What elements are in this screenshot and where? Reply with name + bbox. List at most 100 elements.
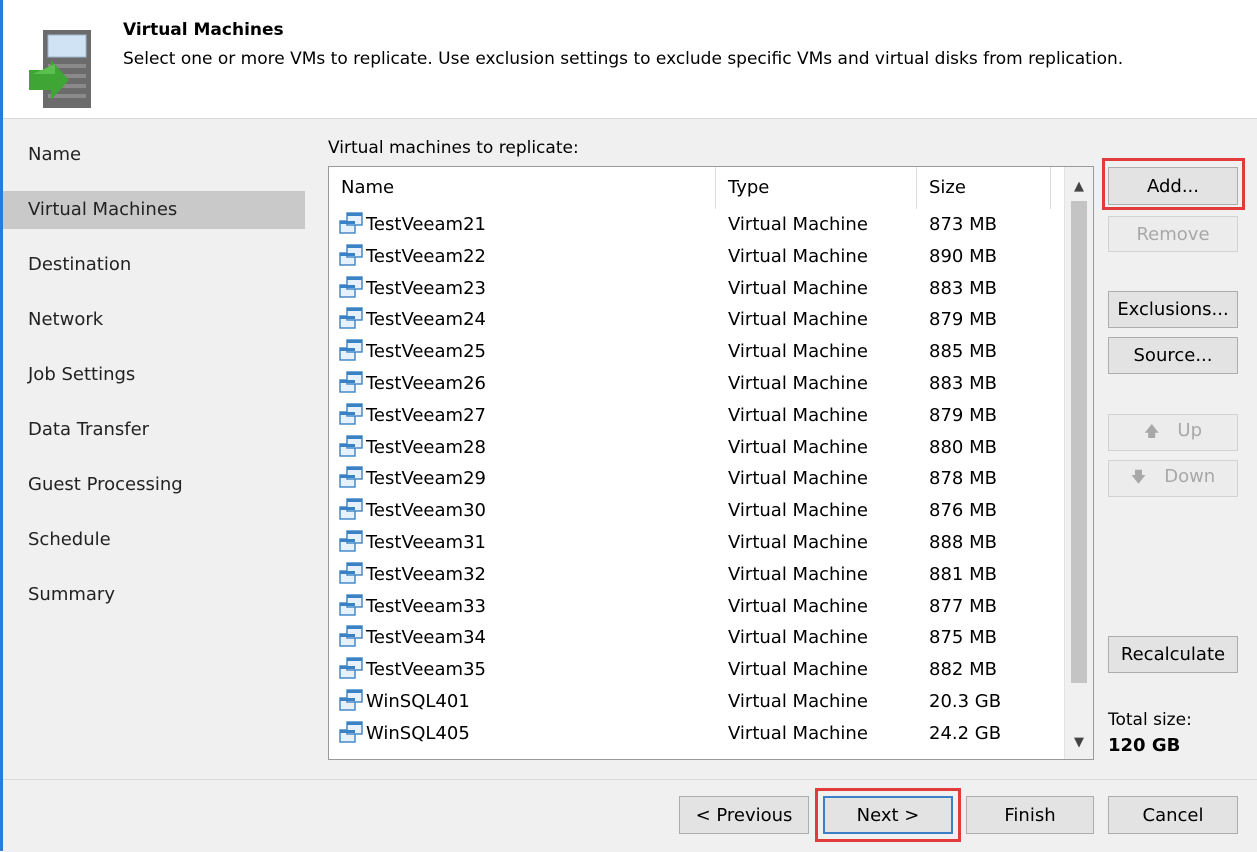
vm-list-scrollbar[interactable]: ▲ ▼ [1064,167,1093,759]
vm-name: TestVeeam22 [366,245,486,267]
column-header-size[interactable]: Size [917,167,1051,209]
wizard-header: Virtual Machines Select one or more VMs … [3,0,1257,119]
vm-row[interactable]: TestVeeam32 Virtual Machine 881 MB [329,559,1066,591]
virtual-machine-icon [339,498,363,520]
vm-type-cell: Virtual Machine [728,595,868,617]
vm-row[interactable]: WinSQL405 Virtual Machine 24.2 GB [329,718,1066,750]
vm-size-cell: 885 MB [929,341,997,363]
vm-row[interactable]: TestVeeam26 Virtual Machine 883 MB [329,368,1066,400]
vm-list[interactable]: Name Type Size TestVeeam21 Virtual Machin… [328,166,1094,760]
vm-name-cell: TestVeeam28 [339,432,486,464]
vm-row[interactable]: TestVeeam28 Virtual Machine 880 MB [329,432,1066,464]
nav-step-virtual-machines[interactable]: Virtual Machines [3,191,305,229]
vm-type-cell: Virtual Machine [728,372,868,394]
vm-row[interactable]: TestVeeam29 Virtual Machine 878 MB [329,463,1066,495]
nav-step-job-settings[interactable]: Job Settings [3,347,305,402]
virtual-machine-icon [339,244,363,266]
vm-list-caption: Virtual machines to replicate: [328,138,579,158]
nav-step-data-transfer[interactable]: Data Transfer [3,402,305,457]
vm-type-cell: Virtual Machine [728,214,868,235]
vm-name: TestVeeam35 [366,659,486,681]
total-size-label: Total size: [1108,710,1192,730]
virtual-machine-icon [339,403,363,425]
vm-name-cell: TestVeeam35 [339,654,486,686]
add-button-highlight [1102,158,1245,210]
vm-row[interactable]: TestVeeam30 Virtual Machine 876 MB [329,495,1066,527]
vm-name-cell: TestVeeam23 [339,273,486,305]
vm-name-cell: TestVeeam26 [339,368,486,400]
virtual-machine-icon [339,721,363,743]
vm-name-cell: TestVeeam31 [339,527,486,559]
vm-type-cell: Virtual Machine [728,722,868,744]
vm-row[interactable]: WinSQL401 Virtual Machine 20.3 GB [329,686,1066,718]
finish-button[interactable]: Finish [966,796,1094,834]
page-description: Select one or more VMs to replicate. Use… [123,49,1124,69]
virtual-machine-icon [339,466,363,489]
nav-step-summary[interactable]: Summary [3,567,305,622]
vm-name: TestVeeam33 [366,595,486,617]
vm-size-cell: 878 MB [929,468,997,490]
vm-type-cell: Virtual Machine [728,468,868,490]
nav-step-name[interactable]: Name [3,127,305,182]
vm-name-cell: TestVeeam25 [339,336,486,368]
nav-step-guest-processing[interactable]: Guest Processing [3,457,305,512]
vm-row[interactable]: TestVeeam35 Virtual Machine 882 MB [329,654,1066,686]
recalculate-button[interactable]: Recalculate [1108,636,1238,673]
arrow-down-icon: 🡇 [1130,467,1147,486]
scroll-thumb[interactable] [1071,201,1087,683]
page-title: Virtual Machines [123,20,284,40]
column-header-name[interactable]: Name [329,167,716,209]
vm-type-cell: Virtual Machine [728,309,868,331]
vm-size-cell: 875 MB [929,627,997,649]
vm-size-cell: 20.3 GB [929,690,1002,712]
vm-size-cell: 24.2 GB [929,722,1002,744]
vm-row[interactable]: TestVeeam22 Virtual Machine 890 MB [329,241,1066,273]
remove-button[interactable]: Remove [1108,216,1238,252]
vm-name: TestVeeam31 [366,531,486,553]
vm-size-cell: 880 MB [929,436,997,458]
vm-row[interactable]: TestVeeam24 Virtual Machine 879 MB [329,304,1066,336]
vm-row[interactable]: TestVeeam27 Virtual Machine 879 MB [329,400,1066,432]
move-down-button[interactable]: 🡇 Down [1108,460,1238,497]
vm-row[interactable]: TestVeeam31 Virtual Machine 888 MB [329,527,1066,559]
vm-name: TestVeeam25 [366,341,486,363]
vm-list-header: Name Type Size [329,167,1066,209]
nav-step-destination[interactable]: Destination [3,237,305,292]
arrow-up-icon: 🡅 [1143,421,1160,440]
vm-name: TestVeeam27 [366,404,486,426]
wizard-steps-nav: Name Virtual Machines Destination Networ… [3,127,305,622]
vm-row[interactable]: TestVeeam21 Virtual Machine 873 MB [329,209,1066,241]
move-up-button[interactable]: 🡅 Up [1108,414,1238,451]
exclusions-button[interactable]: Exclusions... [1108,291,1238,328]
vm-size-cell: 890 MB [929,245,997,267]
vm-row[interactable]: TestVeeam23 Virtual Machine 883 MB [329,273,1066,305]
vm-row[interactable]: TestVeeam25 Virtual Machine 885 MB [329,336,1066,368]
vm-name: TestVeeam28 [366,436,486,458]
column-header-type[interactable]: Type [716,167,917,209]
vm-row[interactable]: TestVeeam33 Virtual Machine 877 MB [329,591,1066,623]
virtual-machine-icon [339,371,363,393]
vm-row[interactable]: TestVeeam34 Virtual Machine 875 MB [329,622,1066,654]
previous-button[interactable]: < Previous [679,796,809,834]
vm-type-cell: Virtual Machine [728,500,868,522]
source-button[interactable]: Source... [1108,337,1238,374]
move-down-label: Down [1164,465,1216,487]
vm-name-cell: TestVeeam33 [339,591,486,623]
total-size-value: 120 GB [1108,735,1181,756]
nav-step-schedule[interactable]: Schedule [3,512,305,567]
vm-name: TestVeeam26 [366,372,486,394]
vm-name: TestVeeam29 [366,468,486,490]
replication-vm-icon [29,30,91,108]
vm-name: TestVeeam34 [366,627,486,649]
vm-name-cell: TestVeeam32 [339,559,486,591]
vm-size-cell: 883 MB [929,277,997,299]
virtual-machine-icon [339,593,363,616]
cancel-button[interactable]: Cancel [1108,796,1238,834]
nav-step-network[interactable]: Network [3,292,305,347]
scroll-down-arrow-icon[interactable]: ▼ [1065,729,1093,757]
scroll-up-arrow-icon[interactable]: ▲ [1065,173,1093,201]
virtual-machine-icon [339,339,363,361]
vm-name-cell: WinSQL401 [339,686,470,718]
virtual-machine-icon [339,689,363,711]
virtual-machine-icon [339,657,363,679]
